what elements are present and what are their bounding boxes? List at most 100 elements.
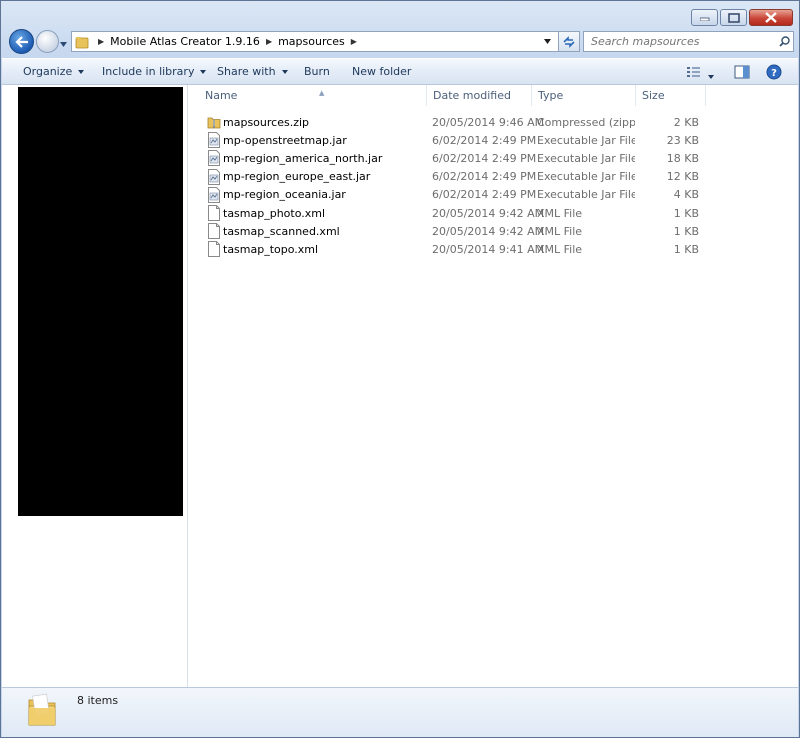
- burn-button[interactable]: Burn: [304, 65, 330, 78]
- file-size: 12 KB: [666, 170, 699, 184]
- file-name: tasmap_scanned.xml: [223, 224, 340, 238]
- file-date-modified: 6/02/2014 2:49 PM: [432, 133, 537, 147]
- folder-icon: [72, 32, 92, 51]
- sort-ascending-icon: ▲: [319, 89, 325, 97]
- zip-folder-icon: [207, 114, 221, 130]
- change-view-button[interactable]: [686, 64, 702, 80]
- file-rows: mapsources.zip 20/05/2014 9:46 AM Compress…: [189, 113, 798, 259]
- forward-button[interactable]: [36, 30, 59, 53]
- search-icon[interactable]: [775, 32, 793, 51]
- xml-file-icon: [207, 204, 221, 221]
- breadcrumb-mobile-atlas-creator[interactable]: Mobile Atlas Creator 1.9.16: [110, 35, 260, 48]
- file-row[interactable]: tasmap_scanned.xml 20/05/2014 9:42 AM XML …: [189, 222, 798, 240]
- maximize-button[interactable]: [720, 9, 747, 26]
- redacted-navigation-tree: [18, 87, 183, 516]
- file-size: 1 KB: [673, 224, 699, 238]
- file-size: 23 KB: [666, 133, 699, 147]
- organize-label: Organize: [23, 65, 73, 78]
- file-date-modified: 20/05/2014 9:42 AM: [432, 206, 545, 220]
- file-date-modified: 6/02/2014 2:49 PM: [432, 188, 537, 202]
- breadcrumb-separator[interactable]: ▶: [345, 37, 363, 46]
- recent-pages-button[interactable]: [60, 38, 68, 47]
- chevron-down-icon: [281, 69, 288, 74]
- view-options-button[interactable]: [708, 69, 714, 85]
- file-name: mp-openstreetmap.jar: [223, 133, 347, 147]
- xml-file-icon: [207, 223, 221, 240]
- file-type: XML File: [537, 224, 583, 238]
- jar-file-icon: [207, 132, 221, 149]
- back-arrow-icon: [14, 35, 28, 48]
- share-with-label: Share with: [217, 65, 276, 78]
- file-row[interactable]: mp-region_america_north.jar 6/02/2014 2:4…: [189, 149, 798, 167]
- column-header-name-label: Name: [205, 89, 238, 102]
- column-header-name[interactable]: Name ▲: [199, 85, 427, 106]
- column-header-type[interactable]: Type: [532, 85, 636, 106]
- share-with-button[interactable]: Share with: [217, 65, 288, 78]
- file-list[interactable]: Name ▲ Date modified Type Size mapsource…: [189, 85, 798, 687]
- address-history-button[interactable]: [539, 31, 557, 52]
- column-headers: Name ▲ Date modified Type Size: [189, 85, 798, 106]
- preview-pane-button[interactable]: [734, 64, 750, 80]
- file-name: tasmap_photo.xml: [223, 206, 326, 220]
- file-type: Executable Jar File: [537, 170, 635, 184]
- minimize-button[interactable]: [691, 9, 718, 26]
- caption-buttons: [691, 9, 793, 26]
- breadcrumb-mapsources[interactable]: mapsources: [278, 35, 345, 48]
- file-date-modified: 20/05/2014 9:41 AM: [432, 242, 545, 256]
- file-name: mp-region_oceania.jar: [223, 188, 346, 202]
- column-header-size-label: Size: [642, 89, 665, 102]
- file-row[interactable]: mapsources.zip 20/05/2014 9:46 AM Compress…: [189, 113, 798, 131]
- column-header-date-label: Date modified: [433, 89, 511, 102]
- details-pane: 8 items: [2, 687, 798, 737]
- include-in-library-label: Include in library: [102, 65, 195, 78]
- file-date-modified: 20/05/2014 9:46 AM: [432, 115, 545, 129]
- column-header-type-label: Type: [538, 89, 564, 102]
- burn-label: Burn: [304, 65, 330, 78]
- help-icon: ?: [766, 64, 782, 80]
- file-row[interactable]: mp-region_oceania.jar 6/02/2014 2:49 PM Ex…: [189, 186, 798, 204]
- chevron-down-icon: [708, 75, 714, 79]
- file-type: Executable Jar File: [537, 151, 635, 165]
- file-name: mp-region_europe_east.jar: [223, 170, 371, 184]
- close-icon: [765, 12, 777, 23]
- include-in-library-button[interactable]: Include in library: [102, 65, 207, 78]
- search-box: [583, 31, 794, 52]
- new-folder-label: New folder: [352, 65, 412, 78]
- file-size: 2 KB: [673, 115, 699, 129]
- file-row[interactable]: tasmap_photo.xml 20/05/2014 9:42 AM XML Fi…: [189, 204, 798, 222]
- file-name: tasmap_topo.xml: [223, 242, 319, 256]
- file-size: 4 KB: [673, 188, 699, 202]
- back-button[interactable]: [9, 29, 34, 54]
- explorer-window: ▶ Mobile Atlas Creator 1.9.16 ▶ mapsourc…: [0, 0, 800, 738]
- file-row[interactable]: mp-region_europe_east.jar 6/02/2014 2:49 …: [189, 168, 798, 186]
- file-date-modified: 6/02/2014 2:49 PM: [432, 151, 537, 165]
- item-count: 8 items: [77, 694, 119, 707]
- new-folder-button[interactable]: New folder: [352, 65, 411, 78]
- file-type: Executable Jar File: [537, 133, 635, 147]
- breadcrumb-separator[interactable]: ▶: [260, 37, 278, 46]
- column-header-size[interactable]: Size: [636, 85, 706, 106]
- navigation-pane[interactable]: [2, 85, 188, 687]
- file-type: Executable Jar File: [537, 188, 635, 202]
- breadcrumb-separator[interactable]: ▶: [92, 37, 110, 46]
- refresh-icon: [563, 35, 575, 48]
- organize-button[interactable]: Organize: [23, 65, 85, 78]
- file-size: 1 KB: [673, 242, 699, 256]
- refresh-button[interactable]: [558, 31, 580, 52]
- command-toolbar: Organize Include in library Share with B…: [2, 58, 798, 85]
- address-bar[interactable]: ▶ Mobile Atlas Creator 1.9.16 ▶ mapsourc…: [71, 31, 562, 52]
- chevron-down-icon: [78, 69, 85, 74]
- search-input[interactable]: [584, 32, 775, 51]
- xml-file-icon: [207, 241, 221, 258]
- file-type: XML File: [537, 242, 583, 256]
- file-type: Compressed (zipp...: [537, 115, 635, 129]
- file-row[interactable]: tasmap_topo.xml 20/05/2014 9:41 AM XML Fil…: [189, 240, 798, 258]
- chevron-down-icon: [200, 69, 207, 74]
- column-header-date-modified[interactable]: Date modified: [427, 85, 532, 106]
- help-button[interactable]: ?: [766, 64, 782, 80]
- file-size: 1 KB: [673, 206, 699, 220]
- close-button[interactable]: [749, 9, 793, 26]
- file-row[interactable]: mp-openstreetmap.jar 6/02/2014 2:49 PM Exe…: [189, 131, 798, 149]
- folder-icon: [28, 693, 56, 726]
- navigation-bar: ▶ Mobile Atlas Creator 1.9.16 ▶ mapsourc…: [9, 28, 794, 56]
